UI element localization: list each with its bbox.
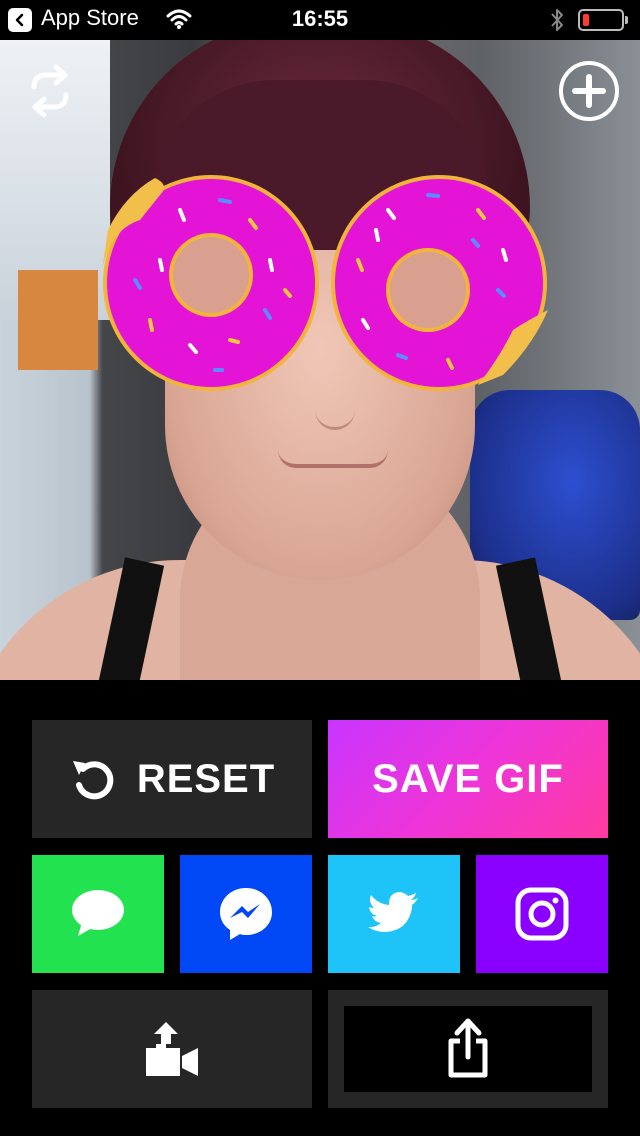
reset-button[interactable]: RESET xyxy=(32,720,312,838)
share-instagram-button[interactable] xyxy=(476,855,608,973)
share-button-inner[interactable] xyxy=(344,1006,592,1092)
battery-icon xyxy=(578,9,624,31)
share-messenger-button[interactable] xyxy=(180,855,312,973)
share-sheet-button[interactable] xyxy=(328,990,608,1108)
share-twitter-button[interactable] xyxy=(328,855,460,973)
battery-tip xyxy=(625,16,628,24)
donut-glasses-right-icon xyxy=(331,175,548,391)
status-bar: App Store 16:55 xyxy=(0,0,640,40)
person-mouth xyxy=(278,450,388,468)
add-effect-button[interactable] xyxy=(558,60,620,122)
action-panel: RESET SAVE GIF xyxy=(0,680,640,1136)
save-gif-label: SAVE GIF xyxy=(372,756,564,801)
background-wall xyxy=(18,270,98,370)
switch-camera-button[interactable] xyxy=(19,60,81,122)
battery-level xyxy=(583,14,589,26)
camera-preview[interactable] xyxy=(0,40,640,680)
twitter-bird-icon xyxy=(368,892,418,932)
instagram-icon xyxy=(515,887,569,941)
donut-glasses-left-icon xyxy=(102,175,319,391)
share-messages-button[interactable] xyxy=(32,855,164,973)
clock: 16:55 xyxy=(291,6,349,31)
share-icon xyxy=(448,1018,488,1078)
messenger-icon xyxy=(220,888,272,940)
share-video-button[interactable] xyxy=(32,990,312,1108)
undo-icon xyxy=(72,761,114,800)
bluetooth-icon xyxy=(549,7,565,38)
switch-camera-icon xyxy=(31,64,69,118)
message-bubble-icon xyxy=(72,890,124,936)
reset-label: RESET xyxy=(136,756,276,801)
save-gif-button[interactable]: SAVE GIF xyxy=(328,720,608,838)
plus-circle-icon xyxy=(559,61,619,121)
video-export-icon xyxy=(146,1022,198,1076)
